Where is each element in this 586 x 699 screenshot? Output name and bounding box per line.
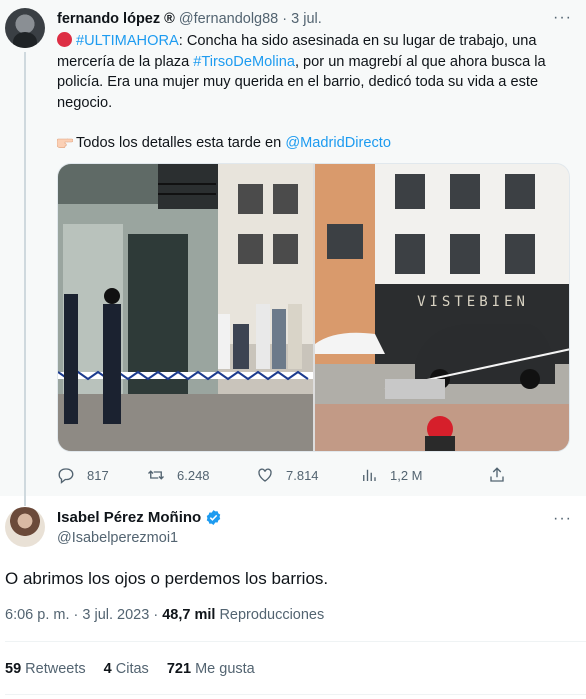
retweet-count: 6.248 <box>177 467 210 483</box>
likes-stat[interactable]: 721 Me gusta <box>167 661 255 677</box>
retweets-label: Retweets <box>25 661 86 677</box>
header-separator: · <box>282 11 288 27</box>
author-avatar[interactable] <box>5 507 45 547</box>
red-circle-emoji-icon <box>57 32 72 47</box>
views-button[interactable]: 1,2 M <box>360 466 423 484</box>
meta-separator: · <box>73 607 79 623</box>
analytics-bar-icon <box>363 469 376 481</box>
more-options-icon[interactable]: ··· <box>553 510 572 528</box>
pointing-hand-emoji-icon <box>57 138 73 148</box>
likes-count: 721 <box>166 661 192 677</box>
thread-connector-line <box>24 52 26 506</box>
divider <box>5 694 586 695</box>
meta-separator: · <box>153 607 159 623</box>
tweet-header: fernando lópez ® @fernandolg88 · 3 jul. <box>57 11 322 27</box>
author-name[interactable]: fernando lópez ® <box>57 11 175 27</box>
reply-icon <box>58 468 74 484</box>
retweets-stat[interactable]: 59 Retweets <box>5 661 86 677</box>
tweet-action-bar: 817 6.248 7.814 1,2 M <box>57 466 570 486</box>
hashtag-ultimahora[interactable]: #ULTIMAHORA <box>76 33 179 49</box>
crime-scene-photo-left[interactable] <box>58 164 313 452</box>
reply-button[interactable]: 817 <box>57 466 109 484</box>
author-name[interactable]: Isabel Pérez Moñino <box>57 509 201 526</box>
like-button[interactable]: 7.814 <box>256 466 319 484</box>
tweet-date[interactable]: 3 jul. <box>291 11 322 27</box>
views-count: 1,2 M <box>390 467 423 483</box>
views-label: Reproducciones <box>219 607 325 623</box>
heart-icon <box>258 468 272 482</box>
tweet-text: O abrimos los ojos o perdemos los barrio… <box>5 569 329 588</box>
quotes-stat[interactable]: 4 Citas <box>104 661 149 677</box>
parent-tweet[interactable]: fernando lópez ® @fernandolg88 · 3 jul. … <box>0 0 586 506</box>
author-handle[interactable]: @Isabelperezmoi1 <box>57 530 178 546</box>
retweets-count: 59 <box>5 661 22 677</box>
tweet-details-text: Todos los detalles esta tarde en <box>76 135 286 151</box>
reply-count: 817 <box>87 467 109 483</box>
tweet-metadata: 6:06 p. m. · 3 jul. 2023 · 48,7 mil Repr… <box>5 607 324 623</box>
crime-scene-photo-right[interactable]: VISTEBIEN <box>315 164 570 452</box>
tweet-date[interactable]: 3 jul. 2023 <box>82 607 149 623</box>
quotes-label: Citas <box>115 661 149 677</box>
views-count: 48,7 mil <box>162 607 216 623</box>
author-name-row: Isabel Pérez Moñino <box>57 509 222 526</box>
divider <box>5 641 586 642</box>
author-avatar[interactable] <box>5 8 45 48</box>
likes-label: Me gusta <box>195 661 255 677</box>
shop-sign-text: VISTEBIEN <box>417 294 529 310</box>
author-handle[interactable]: @fernandolg88 <box>179 11 278 27</box>
like-count: 7.814 <box>286 467 319 483</box>
verified-badge-icon[interactable] <box>205 509 222 526</box>
retweet-icon <box>148 470 164 480</box>
tweet-media-grid[interactable]: VISTEBIEN <box>57 163 570 452</box>
more-options-icon[interactable]: ··· <box>553 9 572 27</box>
mention-madriddirecto[interactable]: @MadridDirecto <box>285 135 391 151</box>
share-icon <box>490 467 504 482</box>
tweet-stats: 59 Retweets 4 Citas 721 Me gusta <box>5 661 269 677</box>
hashtag-tirsodemolina[interactable]: #TirsoDeMolina <box>193 54 295 70</box>
tweet-text: #ULTIMAHORA: Concha ha sido asesinada en… <box>57 31 569 154</box>
tweet-time[interactable]: 6:06 p. m. <box>5 607 69 623</box>
retweet-button[interactable]: 6.248 <box>147 466 210 484</box>
quotes-count: 4 <box>103 661 112 677</box>
share-button[interactable] <box>488 466 518 484</box>
